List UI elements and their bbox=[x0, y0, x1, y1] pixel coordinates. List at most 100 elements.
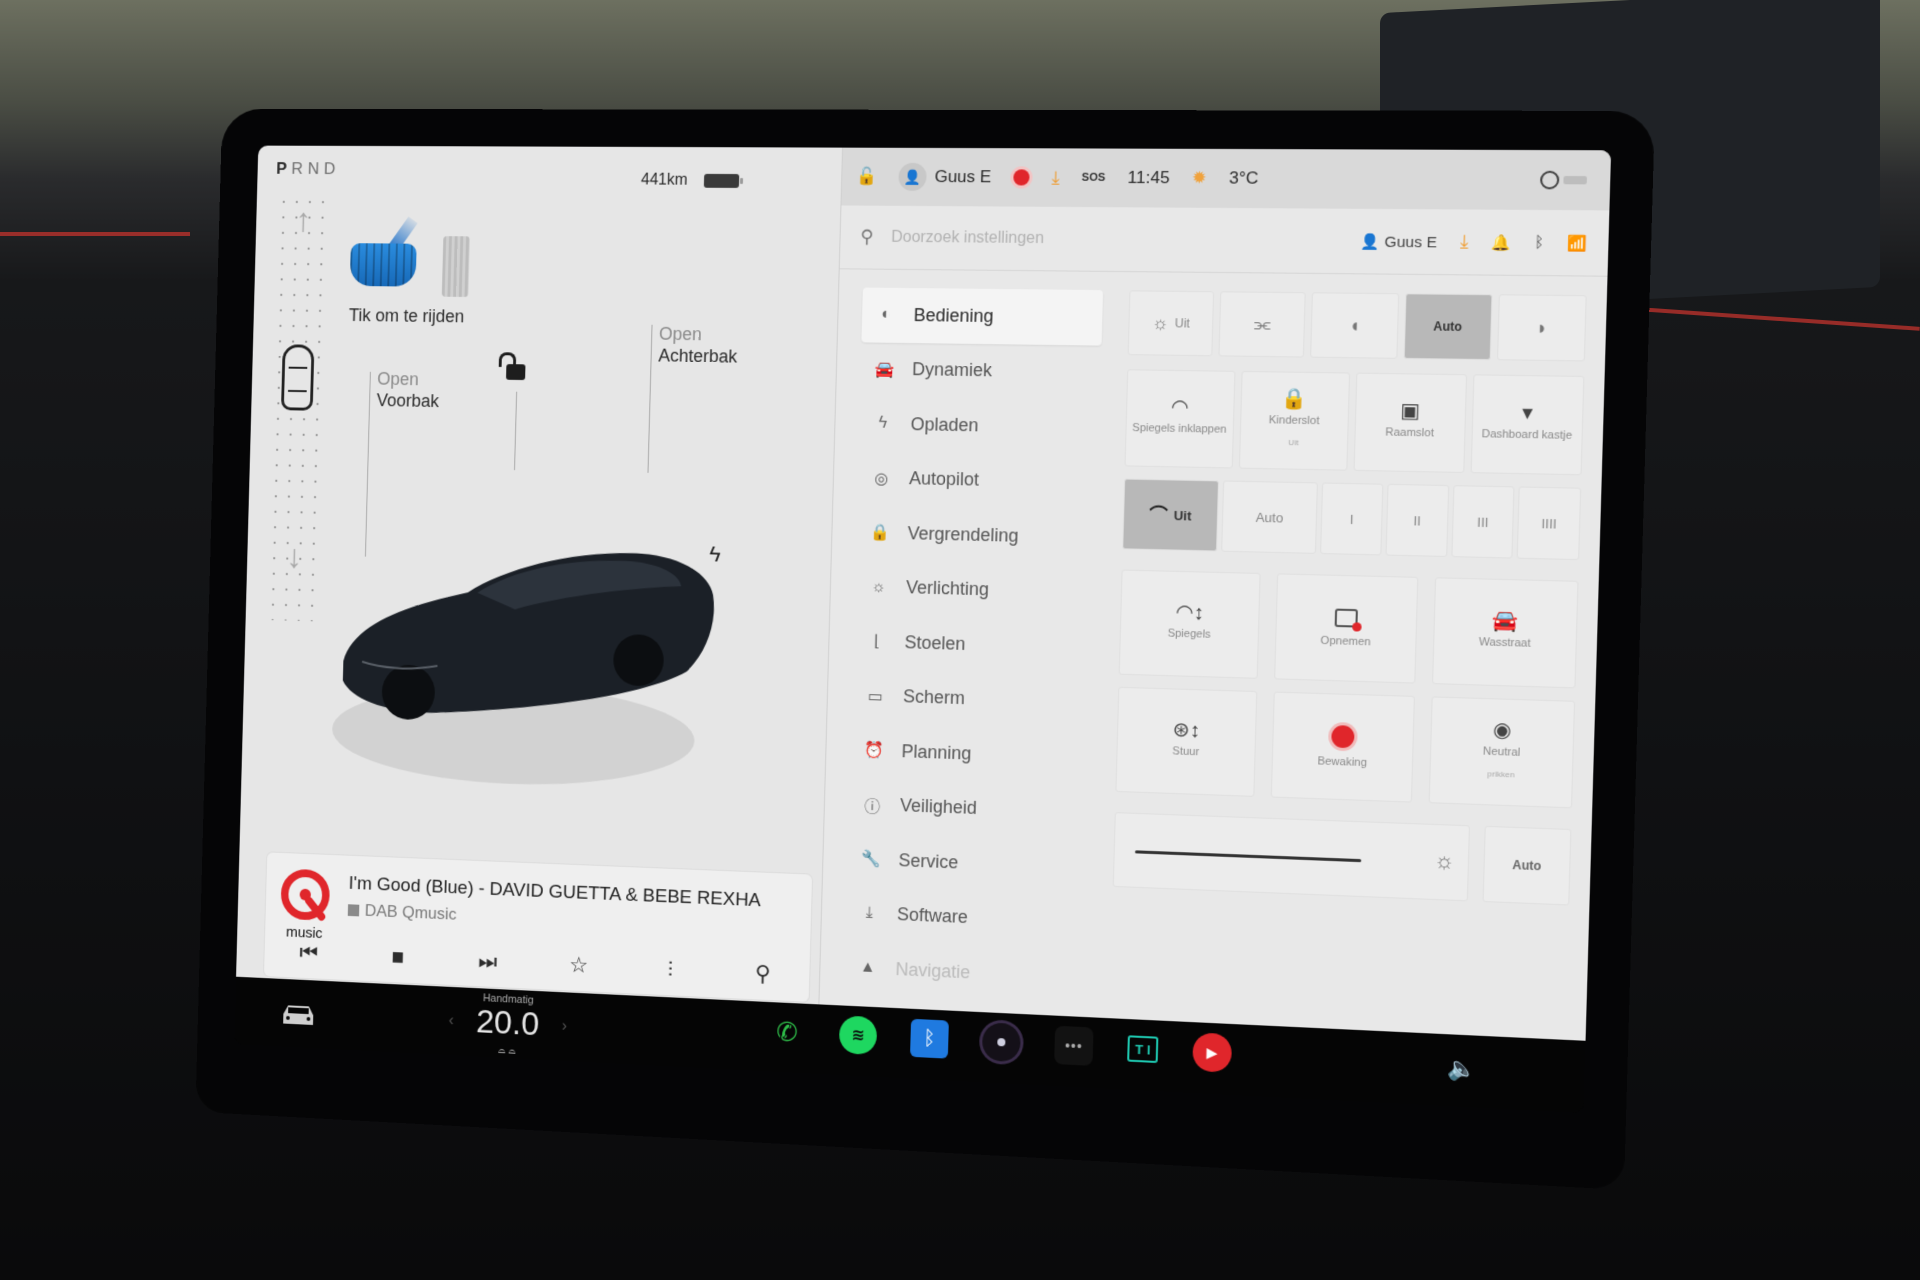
menu-item-autopilot[interactable]: ◎ Autopilot bbox=[857, 451, 1099, 511]
settings-header-icons: 👤 Guus E ⤓ 🔔 ᛒ 📶 bbox=[1361, 230, 1588, 253]
toybox-icon[interactable]: T I bbox=[1127, 1035, 1159, 1064]
headlight-option-2[interactable]: ◖ bbox=[1310, 292, 1399, 359]
menu-item-bediening[interactable]: ◐ Bediening bbox=[861, 287, 1104, 346]
quick-tile-2[interactable]: ▣ Raamslot bbox=[1353, 372, 1467, 473]
bluetooth-app-icon[interactable]: ᛒ bbox=[910, 1018, 949, 1059]
wiper-option-5[interactable]: IIII bbox=[1517, 486, 1582, 561]
menu-label: Software bbox=[896, 904, 969, 928]
control-tile-bewaking[interactable]: Bewaking bbox=[1270, 691, 1415, 803]
menu-label: Planning bbox=[901, 740, 972, 764]
camera-icon[interactable] bbox=[981, 1022, 1021, 1063]
wiper-selector: ⌒ Uit Auto I II III IIII bbox=[1122, 478, 1582, 561]
previous-track-icon[interactable]: ⏮ bbox=[290, 940, 328, 967]
menu-item-scherm[interactable]: ▭ Scherm bbox=[851, 668, 1092, 730]
trunk-callout-line bbox=[647, 324, 653, 473]
headlight-icon: ☼ bbox=[1151, 312, 1170, 333]
gear-selector[interactable]: PRND bbox=[276, 159, 340, 179]
brightness-slider-fill[interactable] bbox=[1135, 850, 1362, 863]
control-tile-label: Opnemen bbox=[1320, 634, 1371, 648]
quick-tile-1[interactable]: 🔒 Kinderslot Uit bbox=[1238, 370, 1351, 471]
settings-menu: ◐ Bediening 🚘 Dynamiek ϟ Opladen ◎ Autopilot 🔒 Ve… bbox=[843, 287, 1104, 1006]
brightness-auto-button[interactable]: Auto bbox=[1482, 825, 1572, 906]
profile-button[interactable]: 👤 Guus E bbox=[898, 162, 992, 192]
bell-icon[interactable]: 🔔 bbox=[1491, 233, 1511, 252]
settings-search-input[interactable] bbox=[890, 228, 1256, 250]
headlight-icon: ◖ bbox=[1348, 314, 1361, 336]
quick-tile-sub: Uit bbox=[1288, 437, 1299, 447]
menu-icon-stoelen: ⌊ bbox=[873, 633, 881, 651]
menu-item-service[interactable]: 🔧 Service bbox=[846, 831, 1087, 895]
menu-item-navigatie[interactable]: ▲ Navigatie bbox=[843, 940, 1084, 1006]
equalizer-icon[interactable]: ⫶ bbox=[651, 956, 690, 983]
unlock-icon[interactable] bbox=[505, 364, 526, 381]
menu-item-planning[interactable]: ⏰ Planning bbox=[849, 722, 1090, 785]
bluetooth-icon[interactable]: ᛒ bbox=[1534, 234, 1544, 252]
wiper-option-4[interactable]: III bbox=[1451, 485, 1515, 559]
quick-tile-0[interactable]: ◠ Spiegels inklappen bbox=[1124, 369, 1235, 469]
headlight-option-1[interactable]: ⫘ bbox=[1218, 291, 1307, 358]
software-update-icon[interactable]: ⤓ bbox=[1051, 167, 1060, 188]
gear-p[interactable]: P bbox=[276, 159, 292, 177]
headlight-option-0[interactable]: ☼ Uit bbox=[1127, 290, 1215, 357]
touchscreen-bezel: PRND ↑ ↓ Tik om te rijden 441km Open Voo… bbox=[195, 108, 1655, 1190]
open-frunk-button[interactable]: Open Voorbak bbox=[376, 368, 439, 412]
climate-control[interactable]: Handmatig ‹ 20.0 › ⌓ ⌓ bbox=[448, 991, 567, 1060]
quick-tile-3[interactable]: ▾ Dashboard kastje bbox=[1470, 374, 1585, 476]
menu-item-dynamiek[interactable]: 🚘 Dynamiek bbox=[860, 342, 1102, 400]
menu-item-verlichting[interactable]: ☼ Verlichting bbox=[854, 559, 1096, 620]
temp-up-chevron-icon[interactable]: › bbox=[561, 1018, 568, 1036]
headlight-option-3[interactable]: Auto bbox=[1403, 293, 1493, 361]
menu-label: Autopilot bbox=[908, 468, 980, 490]
car-controls-icon[interactable] bbox=[279, 1002, 317, 1029]
quick-tile-label: Raamslot bbox=[1385, 426, 1435, 440]
wiper-option-1[interactable]: Auto bbox=[1220, 480, 1319, 554]
open-trunk-button[interactable]: Open Achterbak bbox=[658, 323, 738, 368]
menu-icon-vergrendeling: 🔒 bbox=[869, 524, 890, 543]
battery-icon bbox=[703, 173, 740, 188]
sos-icon[interactable]: SOS bbox=[1082, 172, 1106, 184]
phone-icon[interactable]: ✆ bbox=[768, 1012, 806, 1052]
temp-down-chevron-icon[interactable]: ‹ bbox=[448, 1012, 453, 1030]
control-tile-spiegels[interactable]: ◠↕ Spiegels bbox=[1118, 569, 1261, 679]
more-apps-icon[interactable]: ••• bbox=[1054, 1025, 1094, 1066]
menu-label: Dynamiek bbox=[911, 359, 993, 381]
control-tile-opnemen[interactable]: Opnemen bbox=[1274, 573, 1419, 684]
shift-car-handle[interactable] bbox=[280, 344, 315, 411]
control-tile-neutral[interactable]: ◉ Neutral prikken bbox=[1428, 696, 1576, 809]
menu-label: Scherm bbox=[902, 686, 966, 709]
tap-to-drive-label[interactable]: Tik om te rijden bbox=[349, 305, 465, 327]
headlight-option-4[interactable]: ◗ bbox=[1496, 294, 1587, 362]
brightness-slider[interactable]: ☼ bbox=[1112, 812, 1471, 902]
wiper-option-2[interactable]: I bbox=[1320, 482, 1384, 556]
gear-d[interactable]: D bbox=[324, 159, 341, 178]
control-tile-icon: ◠↕ bbox=[1175, 601, 1205, 625]
quick-tile-icon: ▣ bbox=[1400, 399, 1421, 423]
quick-tile-label: Dashboard kastje bbox=[1481, 428, 1573, 442]
wiper-option-label: Uit bbox=[1173, 507, 1192, 524]
headlight-option-label: Uit bbox=[1174, 316, 1191, 331]
gear-n[interactable]: N bbox=[307, 159, 324, 178]
stop-icon[interactable]: ■ bbox=[379, 944, 417, 971]
media-search-icon[interactable]: ⚲ bbox=[743, 960, 783, 988]
download-icon[interactable]: ⤓ bbox=[1460, 231, 1469, 253]
next-track-icon[interactable]: ⏭ bbox=[468, 948, 507, 975]
control-tile-wasstraat[interactable]: 🚘 Wasstraat bbox=[1432, 577, 1579, 689]
favorite-star-icon[interactable]: ☆ bbox=[559, 952, 598, 979]
dashcam-record-icon[interactable] bbox=[1013, 169, 1030, 186]
menu-item-opladen[interactable]: ϟ Opladen bbox=[858, 396, 1100, 455]
lock-status-icon[interactable]: 🔓 bbox=[856, 167, 877, 187]
wiper-option-3[interactable]: II bbox=[1385, 483, 1449, 557]
menu-item-veiligheid[interactable]: ⓘ Veiligheid bbox=[848, 777, 1089, 841]
youtube-music-icon[interactable]: ▶ bbox=[1192, 1032, 1233, 1073]
volume-icon[interactable]: 🔈 bbox=[1447, 1055, 1477, 1083]
wiper-option-0[interactable]: ⌒ Uit bbox=[1122, 478, 1219, 552]
gear-r[interactable]: R bbox=[291, 159, 308, 177]
headlight-icon: ◗ bbox=[1535, 316, 1548, 338]
menu-icon-bediening: ◐ bbox=[880, 305, 891, 324]
spotify-icon[interactable]: ≋ bbox=[838, 1015, 878, 1056]
menu-item-vergrendeling[interactable]: 🔒 Vergrendeling bbox=[855, 505, 1097, 565]
settings-profile[interactable]: 👤 Guus E bbox=[1361, 232, 1438, 251]
defrost-icons[interactable]: ⌓ ⌓ bbox=[498, 1045, 516, 1057]
control-tile-stuur[interactable]: ⊛↕ Stuur bbox=[1115, 686, 1258, 797]
menu-item-stoelen[interactable]: ⌊ Stoelen bbox=[852, 614, 1093, 676]
